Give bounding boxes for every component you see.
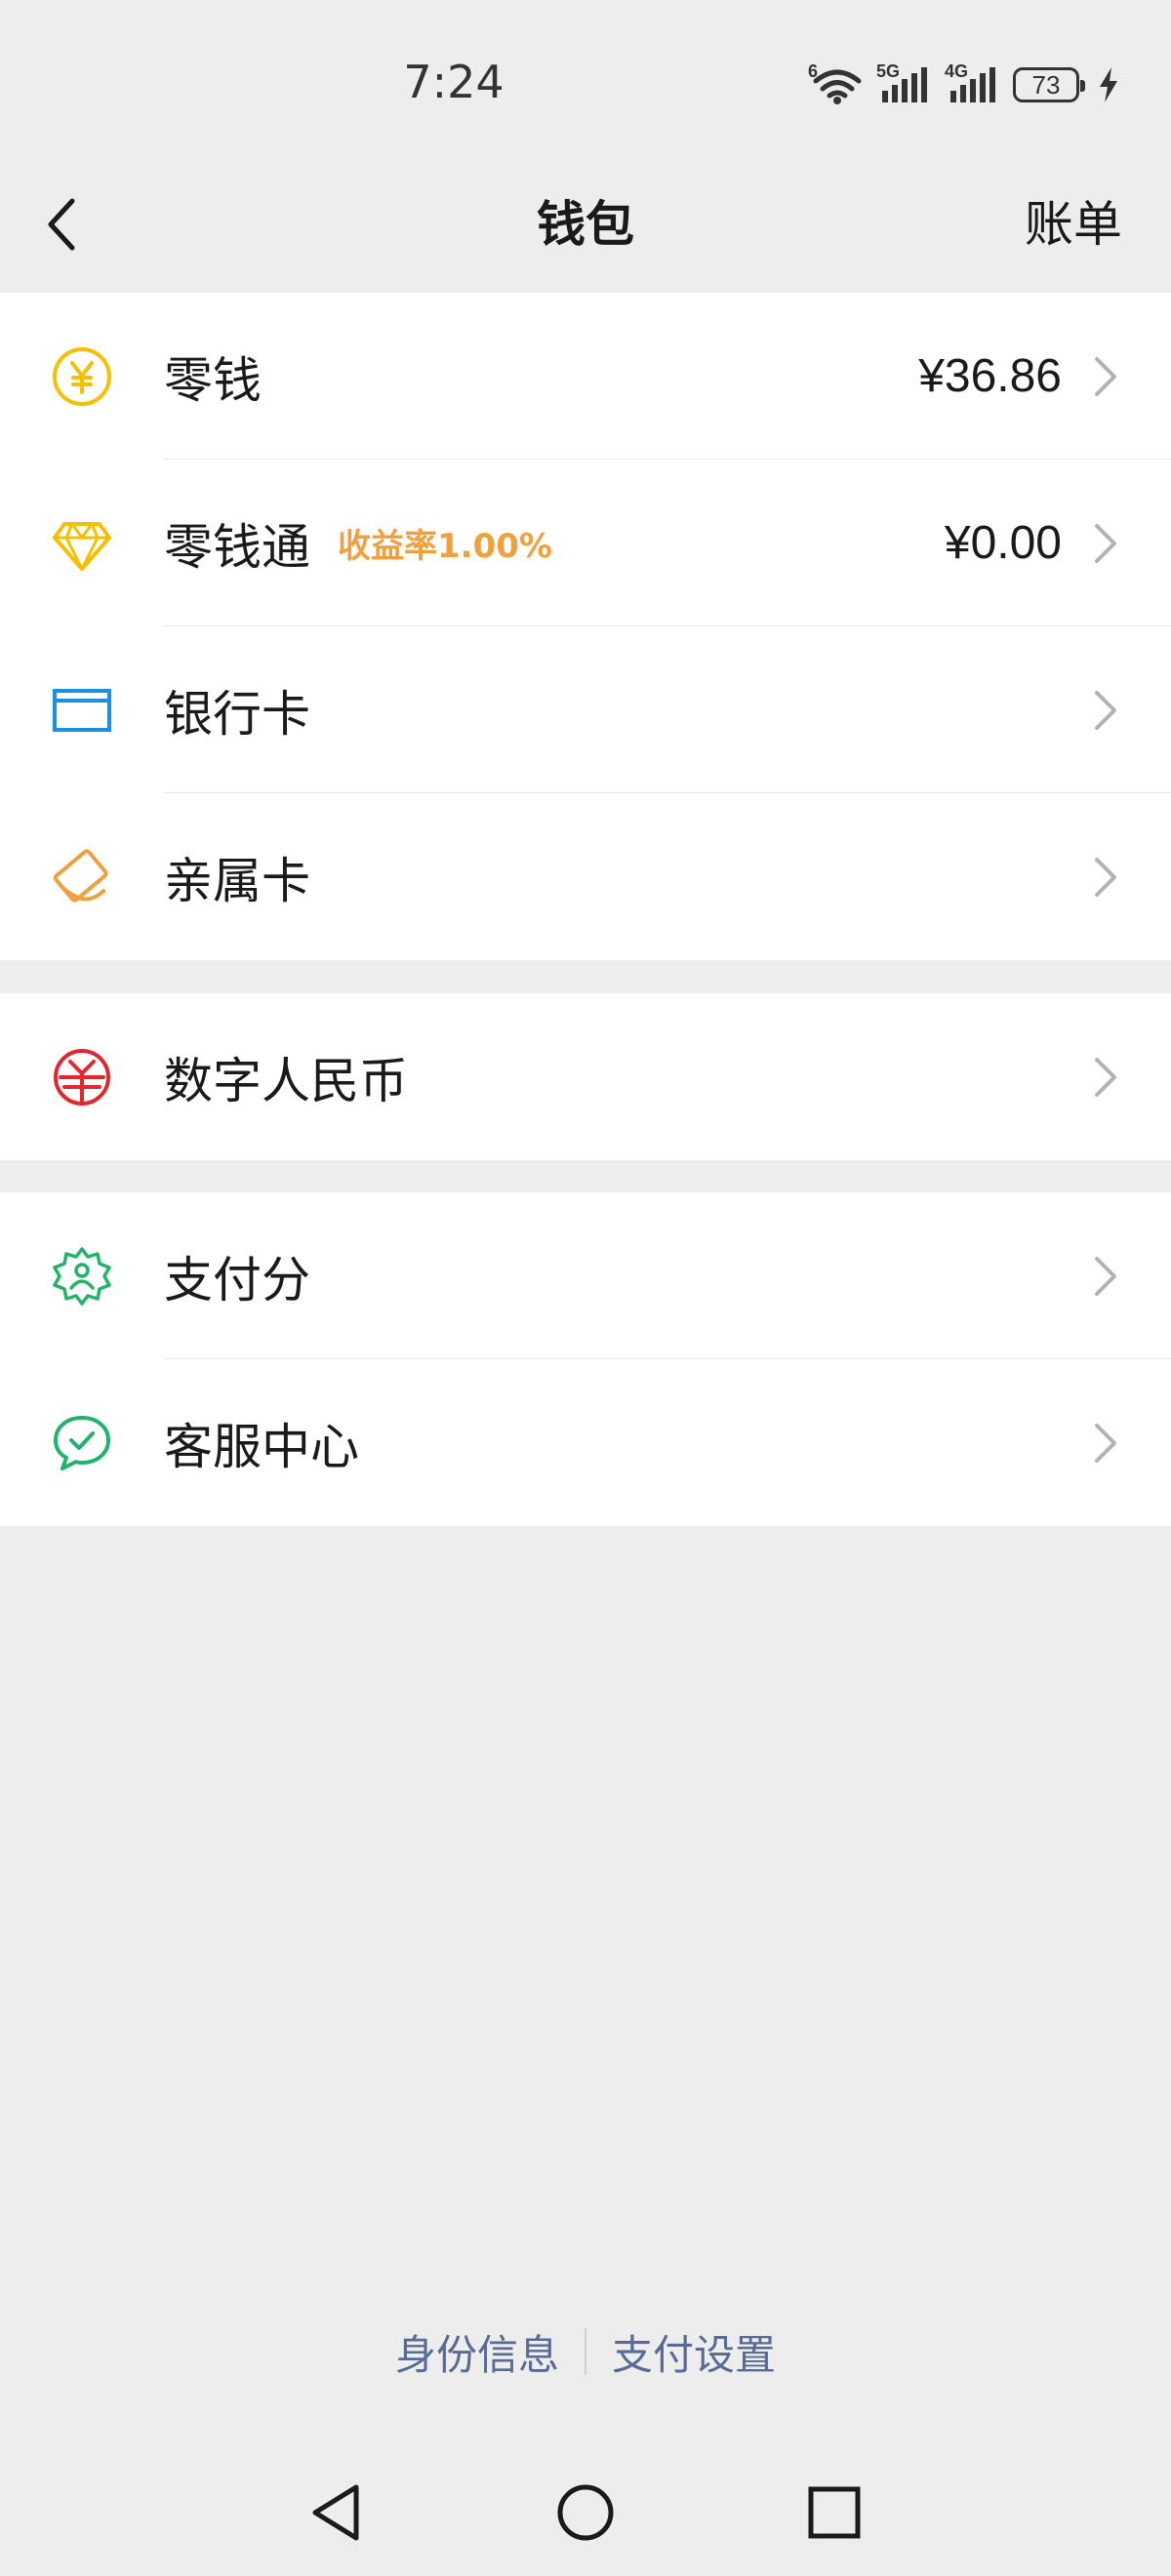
row-label: 零钱 <box>164 351 262 409</box>
row-value: ¥0.00 <box>944 517 1062 569</box>
list-item-pay-score[interactable]: 支付分 <box>0 1192 1171 1359</box>
page-title: 钱包 <box>537 196 634 253</box>
chevron-right-icon <box>1095 523 1116 563</box>
yuan-coin-icon <box>49 343 115 410</box>
signal-5g-icon: 5G <box>876 61 931 104</box>
bank-card-icon <box>49 677 115 744</box>
list-item-bank-card[interactable]: 银行卡 <box>0 626 1171 793</box>
pay-score-icon <box>49 1243 115 1309</box>
circle-home-icon <box>557 2484 614 2541</box>
nav-bar: 钱包 账单 <box>0 156 1171 293</box>
wifi-icon: 6 <box>808 61 863 104</box>
row-label: 客服中心 <box>164 1418 359 1475</box>
triangle-back-icon <box>312 2484 359 2541</box>
row-label-text: 零钱通 <box>164 518 310 576</box>
back-button[interactable] <box>29 193 92 256</box>
chevron-right-icon <box>1095 690 1116 730</box>
row-label: 零钱通 收益率1.00% <box>164 460 552 626</box>
system-home-button[interactable] <box>551 2478 620 2547</box>
bill-button[interactable]: 账单 <box>1025 156 1122 293</box>
chevron-right-icon <box>1095 356 1116 396</box>
status-bar: 7:24 6 5G 4G 73 <box>0 0 1171 156</box>
digital-rmb-icon <box>49 1044 115 1110</box>
wifi-label: 6 <box>808 61 819 81</box>
customer-service-icon <box>49 1410 115 1476</box>
wallet-section-ecny: 数字人民币 <box>0 993 1171 1160</box>
footer-links: 身份信息 支付设置 <box>0 2322 1171 2381</box>
row-value: ¥36.86 <box>918 350 1062 402</box>
signal-4g-icon: 4G <box>945 61 999 104</box>
charging-icon <box>1100 67 1117 102</box>
signal-4g-label: 4G <box>945 61 969 81</box>
signal-5g-label: 5G <box>876 61 901 81</box>
row-label: 亲属卡 <box>164 852 310 909</box>
list-item-digital-rmb[interactable]: 数字人民币 <box>0 993 1171 1160</box>
chevron-right-icon <box>1095 1256 1116 1296</box>
chevron-right-icon <box>1095 1423 1116 1463</box>
chevron-right-icon <box>1095 857 1116 897</box>
square-recents-icon <box>808 2486 861 2539</box>
payment-settings-link[interactable]: 支付设置 <box>586 2322 801 2382</box>
battery-icon: 73 <box>1013 67 1085 102</box>
list-item-change[interactable]: 零钱 ¥36.86 <box>0 293 1171 460</box>
identity-info-link[interactable]: 身份信息 <box>370 2322 585 2382</box>
yield-rate-badge: 收益率1.00% <box>338 527 552 566</box>
list-item-family-card[interactable]: 亲属卡 <box>0 793 1171 960</box>
list-item-customer-service[interactable]: 客服中心 <box>0 1359 1171 1526</box>
back-arrow-icon <box>48 198 75 251</box>
diamond-icon <box>49 510 115 577</box>
list-item-change-plus[interactable]: 零钱通 收益率1.00% ¥0.00 <box>0 460 1171 626</box>
chevron-right-icon <box>1095 1057 1116 1097</box>
family-card-icon <box>49 844 115 910</box>
system-navigation-bar <box>0 2469 1171 2556</box>
row-label: 支付分 <box>164 1251 310 1308</box>
system-back-button[interactable] <box>303 2478 371 2547</box>
status-icons: 6 5G 4G 73 <box>808 61 1120 107</box>
battery-level: 73 <box>1031 69 1061 100</box>
system-recents-button[interactable] <box>800 2478 868 2547</box>
status-time: 7:24 <box>403 56 505 108</box>
row-label: 银行卡 <box>164 685 310 743</box>
wallet-section-funds: 零钱 ¥36.86 零钱通 收益率1.00% ¥0.00 银行卡 亲属卡 <box>0 293 1171 960</box>
wallet-section-services: 支付分 客服中心 <box>0 1192 1171 1526</box>
row-label: 数字人民币 <box>164 1052 408 1109</box>
